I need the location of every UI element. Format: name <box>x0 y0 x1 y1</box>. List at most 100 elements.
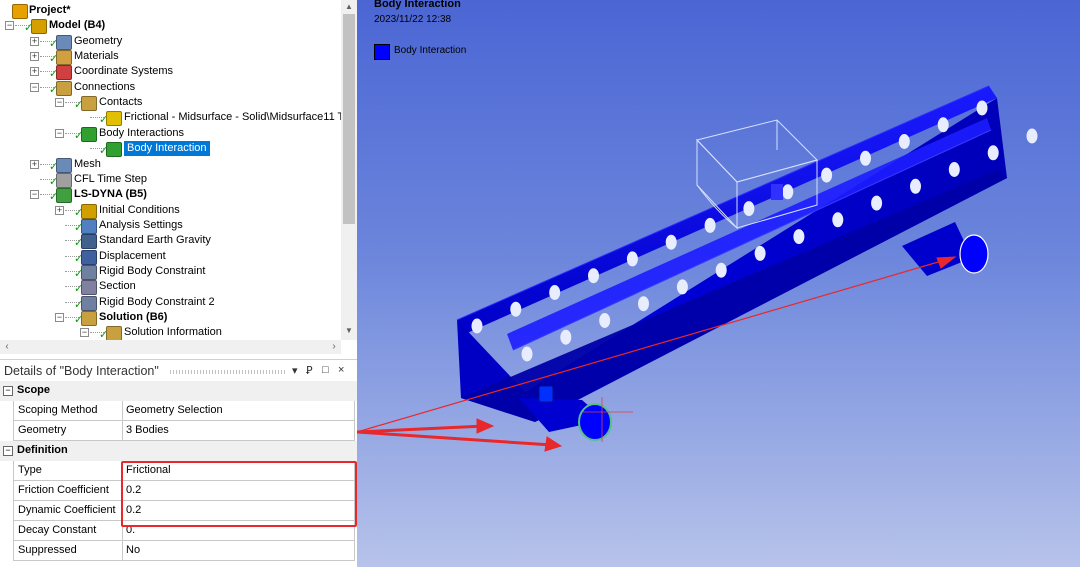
gravity-icon <box>81 234 97 250</box>
tree-item-connections[interactable]: − ✓ Connections <box>0 80 341 96</box>
scroll-left-arrow[interactable]: ‹ <box>0 340 14 354</box>
tree-item-contacts[interactable]: − ✓ Contacts <box>0 95 341 112</box>
collapse-icon[interactable]: − <box>3 446 13 456</box>
tree-item-solution[interactable]: − ✓ Solution (B6) <box>0 310 341 326</box>
beam-hole <box>704 217 716 233</box>
materials-icon <box>56 50 72 66</box>
maximize-icon[interactable]: □ <box>322 364 329 376</box>
tree-item-label: Geometry <box>74 34 123 47</box>
property-name: Type <box>18 464 42 476</box>
dropdown-icon[interactable]: ▾ <box>292 364 298 377</box>
solution-icon <box>81 311 97 326</box>
tree-item-section[interactable]: ✓ Section <box>0 279 341 296</box>
model-scene[interactable] <box>357 0 1080 567</box>
expand-icon[interactable]: + <box>30 36 39 46</box>
graphics-viewport[interactable]: Body Interaction 2023/11/22 12:38 Body I… <box>357 0 1080 567</box>
section-scope[interactable]: − Scope <box>0 381 357 401</box>
collapse-icon[interactable]: − <box>55 128 64 138</box>
back-pipe[interactable] <box>902 222 989 276</box>
beam-hole <box>599 313 611 328</box>
close-icon[interactable]: × <box>338 364 344 376</box>
section-definition[interactable]: − Definition <box>0 441 357 461</box>
tree-item-displacement[interactable]: ✓ Displacement <box>0 249 341 265</box>
body-interaction-icon <box>106 142 122 158</box>
tree-item-analysis-settings[interactable]: ✓ Analysis Settings <box>0 218 341 234</box>
tree-item-body-interactions[interactable]: − ✓ Body Interactions <box>0 126 341 142</box>
property-value-cell[interactable]: No <box>122 541 355 561</box>
tree-item-mesh[interactable]: + ✓ Mesh <box>0 157 341 173</box>
section-label: Definition <box>17 444 68 456</box>
tree-item-body-interaction[interactable]: ✓ Body Interaction <box>0 141 341 158</box>
cfl-time-step-icon <box>56 172 72 188</box>
pin-icon[interactable]: Ꝑ <box>306 364 313 377</box>
expand-icon[interactable]: + <box>30 159 39 169</box>
collapse-icon[interactable]: − <box>3 386 13 396</box>
beam-hole <box>793 229 805 245</box>
tree-horizontal-scrollbar[interactable]: ‹ › <box>0 340 341 354</box>
row-gutter <box>0 541 13 561</box>
connections-icon <box>56 80 72 96</box>
tree-item-model[interactable]: − ✓ Model (B4) <box>0 18 341 35</box>
property-row-geometry[interactable]: Geometry 3 Bodies <box>0 421 357 441</box>
tree-item-label: Body Interaction <box>124 141 210 157</box>
tree-item-label: Frictional - Midsurface - Solid\Midsurfa… <box>124 111 341 124</box>
scroll-right-arrow[interactable]: › <box>327 340 341 354</box>
clamp-contact-patch <box>771 184 783 200</box>
tree-item-cfl-time-step[interactable]: ✓ CFL Time Step <box>0 172 341 188</box>
tree-item-materials[interactable]: + ✓ Materials <box>0 49 341 66</box>
tree-item-contact-region[interactable]: ✓ Frictional - Midsurface - Solid\Midsurf… <box>0 110 341 127</box>
tree-item-gravity[interactable]: ✓ Standard Earth Gravity <box>0 233 341 250</box>
header-grip[interactable] <box>170 370 285 374</box>
rigid-body-constraint-icon <box>81 295 97 311</box>
tree-item-label: Coordinate Systems <box>74 65 174 78</box>
section-icon <box>81 280 97 296</box>
tree-item-label: Initial Conditions <box>99 203 180 216</box>
beam-hole <box>976 100 988 116</box>
property-value-cell[interactable]: Geometry Selection <box>122 401 355 421</box>
tree-vertical-scrollbar[interactable]: ▲ ▼ <box>341 0 357 340</box>
collapse-icon[interactable]: − <box>55 313 64 322</box>
left-panel: Project* − ✓ Model (B4) + ✓ Geometry + ✓ Material… <box>0 0 357 567</box>
tree-item-ls-dyna[interactable]: − ✓ LS-DYNA (B5) <box>0 187 341 204</box>
project-icon <box>12 4 28 19</box>
expand-icon[interactable]: + <box>30 67 39 77</box>
tree-item-label: Analysis Settings <box>99 218 183 231</box>
beam-hole <box>948 162 960 177</box>
property-value-cell[interactable]: 3 Bodies <box>122 421 355 441</box>
tree-item-coordinate-systems[interactable]: + ✓ Coordinate Systems <box>0 64 341 81</box>
property-row-suppressed[interactable]: Suppressed No <box>0 541 357 561</box>
beam-hole <box>860 150 871 166</box>
tree-item-rigid-body-constraint[interactable]: ✓ Rigid Body Constraint <box>0 264 341 280</box>
ls-dyna-icon <box>56 188 72 204</box>
outline-tree[interactable]: Project* − ✓ Model (B4) + ✓ Geometry + ✓ Material… <box>0 0 341 340</box>
expand-icon[interactable]: + <box>55 205 64 215</box>
expand-icon[interactable]: + <box>30 52 39 62</box>
scrollbar-thumb[interactable] <box>343 14 355 224</box>
property-name-cell: Scoping Method <box>13 401 123 421</box>
tree-item-label: Mesh <box>74 157 101 170</box>
collapse-icon[interactable]: − <box>30 190 39 200</box>
tree-item-rigid-body-constraint[interactable]: ✓ Rigid Body Constraint 2 <box>0 295 341 311</box>
tree-item-label: Connections <box>74 80 136 93</box>
collapse-icon[interactable]: − <box>55 98 64 108</box>
property-name: Scoping Method <box>18 404 98 416</box>
collapse-icon[interactable]: − <box>5 21 14 31</box>
collapse-icon[interactable]: − <box>30 82 39 92</box>
scroll-up-arrow[interactable]: ▲ <box>341 2 357 14</box>
tree-item-solution-information[interactable]: − ✓ Solution Information <box>0 325 341 340</box>
beam-hole <box>715 262 727 278</box>
tree-item-initial-conditions[interactable]: + ✓ Initial Conditions <box>0 203 341 219</box>
tree-item-label: CFL Time Step <box>74 172 147 185</box>
mesh-icon <box>56 157 72 173</box>
details-header: Details of "Body Interaction" ▾ Ꝑ □ × <box>0 359 357 382</box>
tree-item-project[interactable]: Project* <box>0 3 341 19</box>
scroll-down-arrow[interactable]: ▼ <box>341 326 357 338</box>
collapse-icon[interactable]: − <box>80 328 89 338</box>
tree-item-label: Rigid Body Constraint <box>99 264 206 277</box>
property-value: No <box>126 544 141 556</box>
tree-item-geometry[interactable]: + ✓ Geometry <box>0 34 341 50</box>
property-name: Geometry <box>18 424 67 436</box>
beam-hole <box>782 184 794 200</box>
property-row-scoping-method[interactable]: Scoping Method Geometry Selection <box>0 401 357 421</box>
coordinate-systems-icon <box>56 65 72 81</box>
